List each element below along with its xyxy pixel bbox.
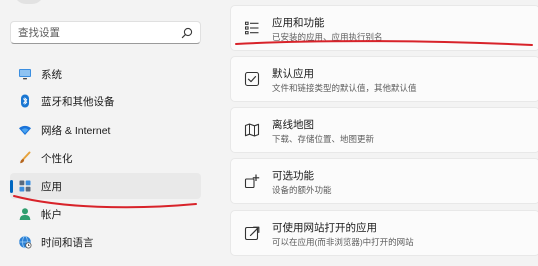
card-description: 文件和链接类型的默认值，其他默认值 <box>272 83 417 93</box>
card-title: 默认应用 <box>272 68 314 80</box>
bluetooth-icon <box>21 94 29 108</box>
sidebar-item-bluetooth[interactable]: 蓝牙和其他设备 <box>10 88 201 114</box>
sidebar-item-time-language[interactable]: 时间和语言 <box>10 229 201 255</box>
default-apps-icon <box>244 71 260 87</box>
sidebar-item-label: 网络 & Internet <box>41 125 111 137</box>
sidebar: 系统 蓝牙和其他设备 网络 & Internet 个性化 <box>0 0 222 266</box>
globe-clock-icon <box>19 235 32 249</box>
card-optional-features[interactable]: 可选功能 设备的额外功能 <box>230 158 538 204</box>
sidebar-item-accounts[interactable]: 帐户 <box>10 201 201 227</box>
card-description: 可以在应用(而非浏览器)中打开的网站 <box>272 237 414 247</box>
card-title: 可选功能 <box>272 170 314 182</box>
wifi-icon <box>19 125 31 135</box>
sidebar-item-personalization[interactable]: 个性化 <box>10 145 201 171</box>
sidebar-item-label: 蓝牙和其他设备 <box>41 96 115 108</box>
sidebar-item-network[interactable]: 网络 & Internet <box>10 117 201 143</box>
main-content: 应用和功能 已安装的应用、应用执行别名 默认应用 文件和链接类型的默认值，其他默… <box>222 0 538 266</box>
sidebar-item-label: 时间和语言 <box>41 237 94 249</box>
list-icon <box>245 21 259 35</box>
sidebar-item-system[interactable]: 系统 <box>10 61 201 87</box>
sidebar-item-apps[interactable]: 应用 <box>10 173 201 199</box>
monitor-icon <box>19 69 31 80</box>
search-icon[interactable] <box>181 27 193 39</box>
card-title: 应用和功能 <box>272 17 325 29</box>
add-feature-icon <box>244 174 260 189</box>
card-title: 离线地图 <box>272 119 314 131</box>
sidebar-item-label: 应用 <box>41 181 62 193</box>
card-offline-maps[interactable]: 离线地图 下载、存储位置、地图更新 <box>230 107 538 153</box>
card-apps-for-websites[interactable]: 可使用网站打开的应用 可以在应用(而非浏览器)中打开的网站 <box>230 210 538 256</box>
brush-icon <box>20 151 31 164</box>
card-default-apps[interactable]: 默认应用 文件和链接类型的默认值，其他默认值 <box>230 56 538 102</box>
avatar[interactable] <box>14 0 44 4</box>
sidebar-item-label: 帐户 <box>41 209 62 221</box>
sidebar-item-label: 系统 <box>41 69 62 81</box>
open-in-app-icon <box>244 226 260 241</box>
person-icon <box>19 208 31 220</box>
map-icon <box>244 123 260 137</box>
search-box[interactable] <box>10 21 201 44</box>
card-title: 可使用网站打开的应用 <box>272 222 377 234</box>
selection-indicator <box>10 180 13 193</box>
card-description: 下载、存储位置、地图更新 <box>272 134 375 144</box>
card-description: 设备的额外功能 <box>272 185 332 195</box>
apps-icon <box>19 180 31 192</box>
search-input[interactable] <box>18 25 168 40</box>
settings-window: 系统 蓝牙和其他设备 网络 & Internet 个性化 <box>0 0 538 266</box>
card-description: 已安装的应用、应用执行别名 <box>272 32 383 42</box>
sidebar-item-label: 个性化 <box>41 153 73 165</box>
card-apps-features[interactable]: 应用和功能 已安装的应用、应用执行别名 <box>230 5 538 51</box>
